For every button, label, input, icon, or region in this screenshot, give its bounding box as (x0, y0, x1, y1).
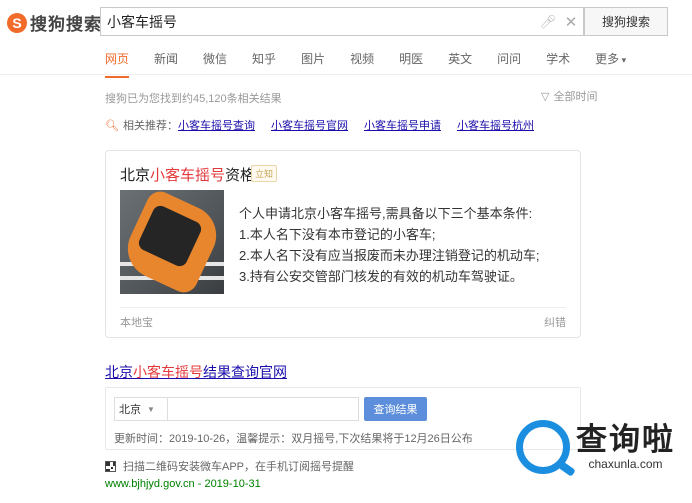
search-input[interactable] (107, 13, 537, 30)
result-title-highlight: 小客车摇号 (133, 364, 203, 380)
search-tabs: 网页 新闻 微信 知乎 图片 视频 明医 英文 问问 学术 更多 (105, 50, 651, 78)
result-title-suffix: 结果查询官网 (203, 364, 287, 380)
card-body: 个人申请北京小客车摇号,需具备以下三个基本条件: 1.本人名下没有本市登记的小客… (239, 203, 539, 287)
tab-zhihu[interactable]: 知乎 (252, 50, 276, 75)
microphone-icon[interactable]: 🎤︎ (537, 14, 559, 30)
time-filter[interactable]: ▽ 全部时间 (541, 88, 597, 104)
update-info: 更新时间：2019-10-26，温馨提示：双月摇号,下次结果将于12月26日公布 (114, 433, 473, 445)
sogou-logo[interactable]: S 搜狗搜索 (7, 10, 102, 35)
card-line: 个人申请北京小客车摇号,需具备以下三个基本条件: (239, 206, 533, 221)
tab-news[interactable]: 新闻 (154, 50, 178, 75)
card-line: 2.本人名下没有应当报废而未办理注销登记的机动车; (239, 248, 540, 263)
watermark-text: 查询啦 chaxunla.com (576, 422, 675, 472)
card-divider (120, 307, 566, 308)
result-title-link[interactable]: 北京小客车摇号结果查询官网 (105, 362, 287, 382)
watermark-logo-icon (516, 420, 570, 474)
tab-scholar[interactable]: 学术 (546, 50, 570, 75)
tab-wechat[interactable]: 微信 (203, 50, 227, 75)
filter-icon: ▽ (541, 90, 550, 103)
related-label: 相关推荐： (122, 120, 178, 132)
related-link[interactable]: 小客车摇号官网 (271, 117, 348, 133)
knowledge-card: 北京小客车摇号资格 立知 个人申请北京小客车摇号,需具备以下三个基本条件: 1.… (105, 150, 581, 338)
car-image[interactable] (120, 190, 224, 294)
city-select-value: 北京 (119, 404, 141, 416)
lottery-query-box: 北京 ▼ 查询结果 更新时间：2019-10-26，温馨提示：双月摇号,下次结果… (105, 387, 581, 450)
tabs-divider (0, 74, 692, 75)
tab-wenwen[interactable]: 问问 (497, 50, 521, 75)
search-icon: 🔍︎ (105, 119, 119, 132)
tab-images[interactable]: 图片 (301, 50, 325, 75)
search-box: 🎤︎ ✕ (100, 7, 584, 36)
tab-more[interactable]: 更多 (595, 50, 626, 75)
qr-code-icon (105, 460, 116, 472)
result-url: www.bjhjyd.gov.cn - 2019-10-31 (105, 478, 261, 490)
search-button[interactable]: 搜狗搜索 (584, 7, 668, 36)
watermark-domain: chaxunla.com (588, 457, 663, 471)
result-title-prefix: 北京 (105, 364, 133, 380)
app-promo-text: 扫描二维码安装微车APP，在手机订阅摇号提醒 (123, 461, 355, 473)
watermark-name: 查询啦 (576, 422, 675, 457)
tab-medical[interactable]: 明医 (399, 50, 423, 75)
tab-english[interactable]: 英文 (448, 50, 472, 75)
app-promo[interactable]: 扫描二维码安装微车APP，在手机订阅摇号提醒 (105, 458, 354, 474)
card-source[interactable]: 本地宝 (120, 314, 153, 330)
card-line: 1.本人名下没有本市登记的小客车; (239, 227, 436, 242)
related-searches: 🔍︎ 相关推荐： 小客车摇号查询 小客车摇号官网 小客车摇号申请 小客车摇号杭州 (105, 117, 550, 133)
clear-icon[interactable]: ✕ (559, 13, 583, 31)
card-title-prefix: 北京 (120, 167, 151, 184)
city-select[interactable]: 北京 ▼ (114, 397, 168, 421)
lizhi-badge: 立知 (251, 165, 278, 182)
watermark: 查询啦 chaxunla.com (516, 420, 675, 474)
sogou-logo-icon: S (7, 12, 27, 33)
report-error-link[interactable]: 纠错 (544, 314, 566, 330)
tab-video[interactable]: 视频 (350, 50, 374, 75)
related-link[interactable]: 小客车摇号杭州 (457, 117, 534, 133)
card-title[interactable]: 北京小客车摇号资格 (120, 164, 255, 185)
query-result-button[interactable]: 查询结果 (364, 397, 427, 421)
query-input[interactable] (168, 397, 359, 421)
related-link[interactable]: 小客车摇号查询 (178, 117, 255, 133)
card-line: 3.持有公安交管部门核发的有效的机动车驾驶证。 (239, 269, 523, 284)
result-count: 搜狗已为您找到约45,120条相关结果 (105, 93, 282, 105)
card-title-highlight: 小客车摇号 (150, 167, 226, 184)
time-filter-label: 全部时间 (553, 91, 598, 103)
tab-web[interactable]: 网页 (105, 50, 130, 78)
chevron-down-icon: ▼ (147, 404, 155, 414)
brand-name: 搜狗搜索 (30, 15, 102, 34)
related-link[interactable]: 小客车摇号申请 (364, 117, 441, 133)
